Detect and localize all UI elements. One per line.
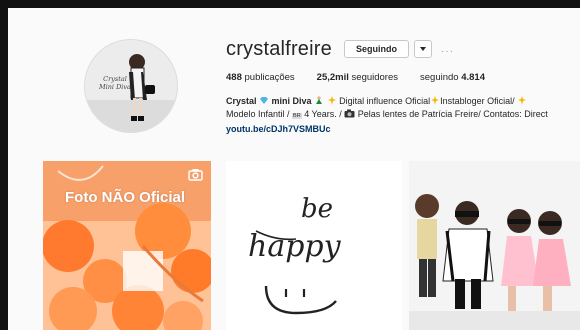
profile-bio: Crystal mini Diva Digital influence Ofic… (226, 95, 578, 136)
bio-part5: 4 Years. / (301, 109, 345, 119)
profile-username: crystalfreire (226, 38, 332, 60)
followers-count: 25,2mil (316, 72, 349, 83)
post-thumbnail-1[interactable]: Foto NÃO Oficial (43, 161, 211, 330)
following-count: 4.814 (461, 72, 485, 83)
sparkle-icon (327, 96, 336, 105)
following-button[interactable]: Seguindo (344, 40, 409, 58)
camera-icon (344, 109, 355, 118)
profile-stats: 488 publicações 25,2mil seguidores segui… (226, 72, 507, 83)
post-2-image: be happy (226, 161, 402, 330)
posts-count: 488 (226, 72, 242, 83)
avatar-logo-text: Crystal Mini Diva (99, 75, 131, 91)
post-thumbnail-3[interactable] (409, 161, 580, 330)
bio-part3: Instabloger Oficial/ (440, 96, 518, 106)
sparkle-icon (431, 96, 440, 105)
posts-stat: 488 publicações (226, 72, 295, 83)
posts-label: publicações (241, 72, 295, 83)
dancer-icon (316, 96, 323, 104)
sparkle-icon (518, 96, 527, 105)
bio-website-link[interactable]: youtu.be/cDJh7VSMBUc (226, 123, 578, 136)
bio-part6: Pelas lentes de Patrícia Freire/ Contato… (355, 109, 548, 119)
bio-part1: mini Diva (269, 96, 312, 106)
caret-down-icon (420, 47, 426, 51)
followers-label: seguidores (348, 72, 399, 83)
post-2-text-be: be (301, 194, 333, 224)
bio-full-name: Crystal (226, 96, 257, 106)
flag-br-icon: BR (292, 113, 302, 119)
followers-stat[interactable]: 25,2mil seguidores (317, 72, 398, 83)
instagram-profile-page: Crystal Mini Diva crystalfreire Seguindo… (8, 8, 580, 330)
bio-part2: Digital influence Oficial (336, 96, 431, 106)
following-stat[interactable]: seguindo 4.814 (420, 72, 485, 83)
follow-options-button[interactable] (414, 40, 432, 58)
post-thumbnail-2[interactable]: be happy (226, 161, 402, 330)
post-1-overlay-text: Foto NÃO Oficial (65, 189, 185, 206)
camera-icon (188, 169, 203, 181)
profile-avatar[interactable]: Crystal Mini Diva (84, 39, 178, 133)
more-options-button[interactable]: ··· (441, 46, 454, 57)
post-3-image (409, 161, 580, 330)
diamond-icon (260, 97, 269, 104)
following-label: seguindo (420, 72, 462, 83)
post-1-image (43, 161, 211, 330)
bio-part4: Modelo Infantil / (226, 109, 293, 119)
